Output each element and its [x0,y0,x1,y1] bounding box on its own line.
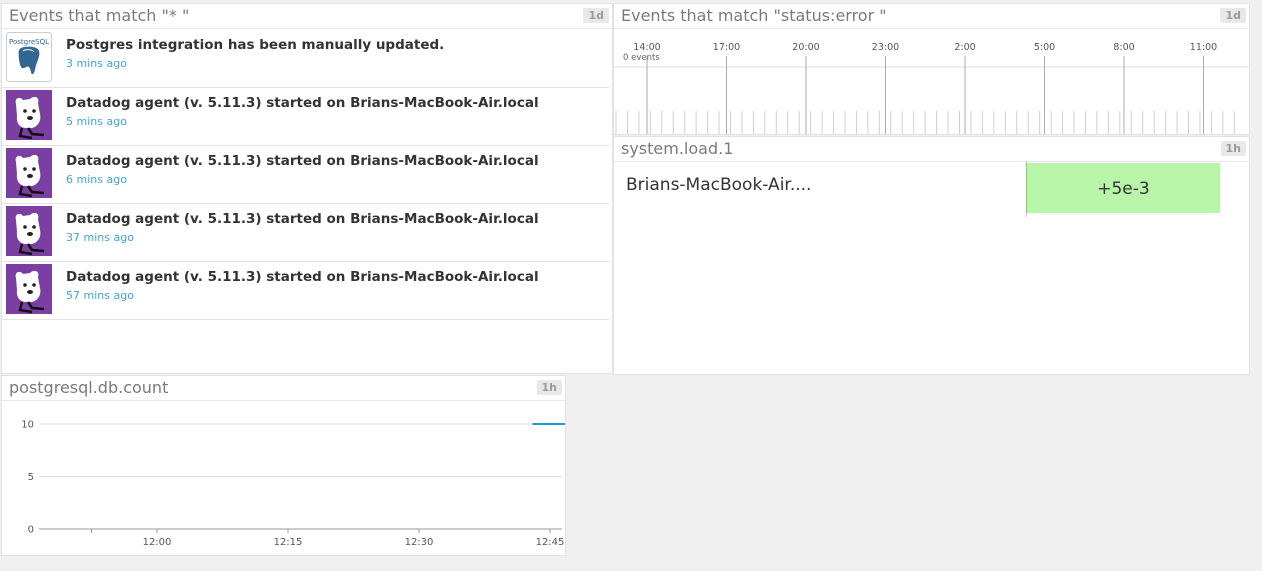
svg-text:PostgreSQL: PostgreSQL [9,38,49,46]
timeseries-widget: postgresql.db.count 1h 0 5 10 12:00 12:15 12:… [1,375,566,556]
postgres-logo-icon: PostgreSQL [6,32,52,82]
y-tick-label: 10 [21,420,34,431]
y-tick-label: 0 [28,525,34,536]
timeframe-badge: 1h [1220,141,1246,156]
event-list-item[interactable]: PostgreSQL Postgres integration has been … [2,29,610,88]
event-timestamp[interactable]: 3 mins ago [66,57,127,70]
event-timestamp[interactable]: 5 mins ago [66,115,127,128]
event-title[interactable]: Datadog agent (v. 5.11.3) started on Bri… [66,153,539,169]
datadog-dog-icon [6,90,52,140]
x-tick-label: 12:15 [274,537,303,548]
widget-title: Events that match "* " [9,6,190,25]
event-title[interactable]: Datadog agent (v. 5.11.3) started on Bri… [66,211,539,227]
widget-title: system.load.1 [621,139,734,158]
datadog-dog-icon [6,206,52,256]
timeline-chart[interactable] [614,4,1250,135]
toplist-value-bar[interactable]: +5e-3 [1026,163,1220,213]
toplist-host-label[interactable]: Brians-MacBook-Air.... [626,175,811,195]
datadog-dog-icon [6,264,52,314]
timeframe-badge: 1d [583,8,609,23]
x-tick-label: 12:00 [143,537,172,548]
widget-header: system.load.1 1h [614,137,1249,162]
event-title[interactable]: Datadog agent (v. 5.11.3) started on Bri… [66,269,539,285]
event-list-item[interactable]: Datadog agent (v. 5.11.3) started on Bri… [2,203,610,262]
event-list-item[interactable]: Datadog agent (v. 5.11.3) started on Bri… [2,261,610,320]
event-timestamp[interactable]: 6 mins ago [66,173,127,186]
event-title[interactable]: Postgres integration has been manually u… [66,37,444,53]
toplist-value: +5e-3 [1097,179,1150,199]
datadog-dog-icon [6,148,52,198]
toplist-widget: system.load.1 1h Brians-MacBook-Air.... … [613,136,1250,375]
event-timestamp[interactable]: 57 mins ago [66,289,134,302]
event-timestamp[interactable]: 37 mins ago [66,231,134,244]
widget-header: Events that match "* " 1d [2,4,612,29]
event-timeline-widget: Events that match "status:error " 1d 14:… [613,3,1250,135]
event-title[interactable]: Datadog agent (v. 5.11.3) started on Bri… [66,95,539,111]
x-tick-label: 12:30 [405,537,434,548]
y-tick-label: 5 [28,472,34,483]
timeseries-chart[interactable]: 0 5 10 12:00 12:15 12:30 12:45 [2,376,566,556]
event-list-item[interactable]: Datadog agent (v. 5.11.3) started on Bri… [2,87,610,146]
event-list-item[interactable]: Datadog agent (v. 5.11.3) started on Bri… [2,145,610,204]
x-tick-label: 12:45 [536,537,565,548]
event-stream-widget: Events that match "* " 1d PostgreSQL Post… [1,3,613,374]
